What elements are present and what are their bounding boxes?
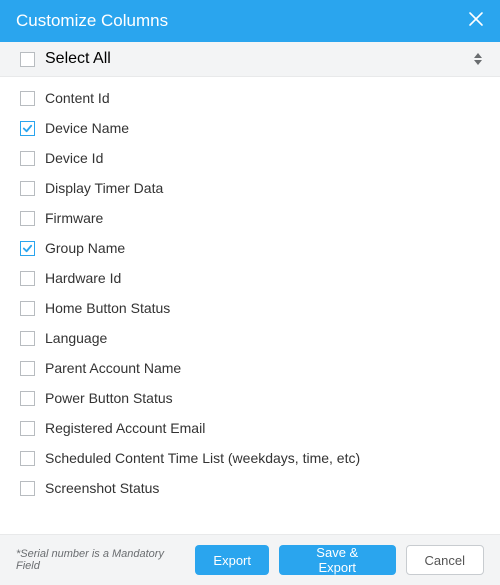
save-export-button[interactable]: Save & Export — [279, 545, 396, 575]
list-item: Registered Account Email — [20, 413, 480, 443]
sort-down-icon — [474, 60, 482, 65]
dialog-footer: *Serial number is a Mandatory Field Expo… — [0, 534, 500, 585]
column-label: Parent Account Name — [45, 360, 181, 376]
column-label: Registered Account Email — [45, 420, 205, 436]
sort-up-icon — [474, 53, 482, 58]
column-checkbox[interactable] — [20, 211, 35, 226]
list-item: Display Timer Data — [20, 173, 480, 203]
column-checkbox[interactable] — [20, 241, 35, 256]
list-item: Scheduled Content Time List (weekdays, t… — [20, 443, 480, 473]
column-checkbox[interactable] — [20, 451, 35, 466]
column-checkbox[interactable] — [20, 331, 35, 346]
column-label: Group Name — [45, 240, 125, 256]
column-checkbox[interactable] — [20, 421, 35, 436]
column-checkbox[interactable] — [20, 361, 35, 376]
column-checkbox[interactable] — [20, 151, 35, 166]
column-label: Device Id — [45, 150, 103, 166]
column-label: Home Button Status — [45, 300, 170, 316]
list-item: Power Button Status — [20, 383, 480, 413]
dialog-header: Customize Columns — [0, 0, 500, 42]
list-item: Group Name — [20, 233, 480, 263]
column-checkbox[interactable] — [20, 301, 35, 316]
list-item: Home Button Status — [20, 293, 480, 323]
select-all-row: Select All — [0, 42, 500, 77]
column-label: Power Button Status — [45, 390, 173, 406]
list-item: Device Name — [20, 113, 480, 143]
sort-toggle[interactable] — [474, 53, 482, 65]
list-item: Device Id — [20, 143, 480, 173]
column-label: Hardware Id — [45, 270, 121, 286]
dialog-title: Customize Columns — [16, 11, 168, 31]
column-label: Firmware — [45, 210, 103, 226]
close-icon[interactable] — [468, 11, 484, 31]
select-all-label: Select All — [45, 50, 111, 68]
list-item: Content Id — [20, 83, 480, 113]
column-checkbox[interactable] — [20, 391, 35, 406]
list-item: Screenshot Status — [20, 473, 480, 503]
column-checkbox[interactable] — [20, 91, 35, 106]
column-checkbox[interactable] — [20, 481, 35, 496]
column-list: Content Id Device Name Device Id Display Ti… — [0, 77, 500, 534]
cancel-button[interactable]: Cancel — [406, 545, 484, 575]
list-item: Parent Account Name — [20, 353, 480, 383]
footer-note: *Serial number is a Mandatory Field — [16, 548, 185, 572]
select-all-checkbox[interactable] — [20, 52, 35, 67]
column-checkbox[interactable] — [20, 181, 35, 196]
column-checkbox[interactable] — [20, 271, 35, 286]
list-item: Firmware — [20, 203, 480, 233]
column-label: Device Name — [45, 120, 129, 136]
column-label: Content Id — [45, 90, 110, 106]
list-item: Language — [20, 323, 480, 353]
column-checkbox[interactable] — [20, 121, 35, 136]
list-item: Hardware Id — [20, 263, 480, 293]
column-label: Screenshot Status — [45, 480, 159, 496]
column-label: Scheduled Content Time List (weekdays, t… — [45, 450, 360, 466]
column-label: Display Timer Data — [45, 180, 163, 196]
export-button[interactable]: Export — [195, 545, 269, 575]
column-label: Language — [45, 330, 107, 346]
